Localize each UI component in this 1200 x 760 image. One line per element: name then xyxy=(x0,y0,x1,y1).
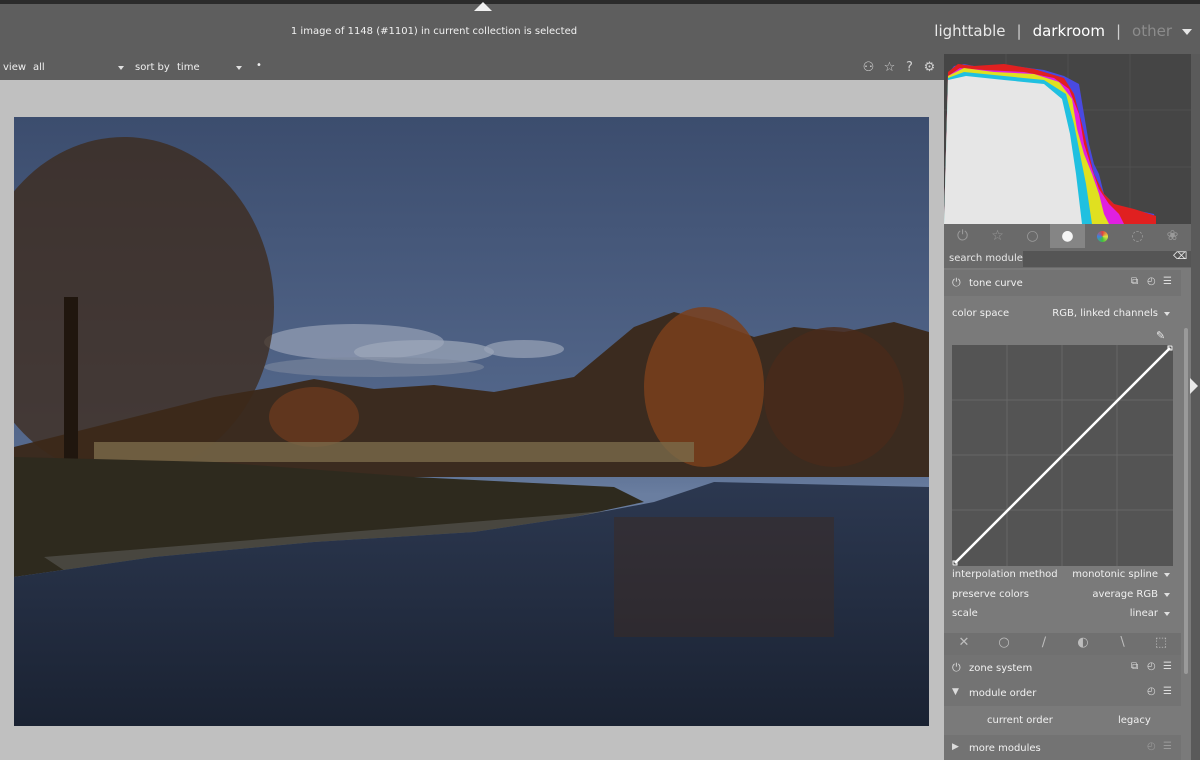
expanded-triangle-icon[interactable]: ▼ xyxy=(952,687,959,697)
menu-icon[interactable]: ☰ xyxy=(1163,276,1172,287)
module-name: module order xyxy=(969,688,1037,699)
module-groups-bar: ⏻ ☆ ○ ● ◌ ❀ xyxy=(944,224,1191,248)
brush-icon[interactable]: ∕ xyxy=(1029,635,1059,650)
sort-direction-toggle[interactable]: • xyxy=(256,60,262,71)
power-icon[interactable]: ⏻ xyxy=(952,276,961,290)
photo-scene xyxy=(14,117,929,726)
view-filter-select[interactable]: all xyxy=(33,62,45,73)
filter-bar: view all sort by time • ⚇ ☆ ? ⚙ xyxy=(0,54,944,80)
reset-icon[interactable]: ◴ xyxy=(1147,661,1156,672)
view-label: view xyxy=(3,62,27,73)
view-lighttable[interactable]: lighttable xyxy=(934,22,1005,40)
mask-tools-bar: ✕ ○ ∕ ◐ ∖ ⬚ xyxy=(944,633,1181,655)
interpolation-row[interactable]: interpolation method monotonic spline xyxy=(952,569,1172,580)
raster-mask-icon[interactable]: ⬚ xyxy=(1146,635,1176,650)
sort-label: sort by xyxy=(135,62,170,73)
search-input[interactable] xyxy=(1023,251,1191,267)
histogram-plot xyxy=(944,54,1191,224)
tone-curve-header[interactable]: ⏻ tone curve ⧉ ◴ ☰ xyxy=(944,270,1181,296)
color-labels-icon[interactable]: ⚇ xyxy=(861,60,876,75)
zone-system-header[interactable]: ⏻ zone system ⧉ ◴ ☰ xyxy=(944,655,1181,681)
view-other[interactable]: other xyxy=(1132,22,1172,40)
scale-row[interactable]: scale linear xyxy=(952,608,1172,619)
chevron-down-icon[interactable] xyxy=(1164,312,1170,316)
sort-select[interactable]: time xyxy=(177,62,200,73)
collapse-top-arrow-icon[interactable] xyxy=(474,2,492,11)
gear-icon[interactable]: ⚙ xyxy=(922,60,937,75)
preserve-colors-label: preserve colors xyxy=(952,589,1029,600)
main-image[interactable] xyxy=(14,117,929,726)
color-picker-icon[interactable]: ✎ xyxy=(1156,329,1165,342)
module-name: more modules xyxy=(969,743,1041,754)
scale-select[interactable]: linear xyxy=(1130,608,1158,619)
correct-icon[interactable]: ◌ xyxy=(1120,224,1155,248)
effect-icon[interactable]: ❀ xyxy=(1155,224,1190,248)
scrollbar[interactable] xyxy=(1184,328,1188,674)
clear-search-icon[interactable]: ⌫ xyxy=(1173,251,1187,262)
interpolation-label: interpolation method xyxy=(952,569,1058,580)
collapsed-triangle-icon[interactable]: ▶ xyxy=(952,742,959,752)
module-name: tone curve xyxy=(969,278,1023,289)
search-label: search module xyxy=(949,253,1023,264)
legacy-order-button[interactable]: legacy xyxy=(1118,715,1151,726)
circle-icon[interactable]: ○ xyxy=(989,635,1019,650)
chevron-down-icon[interactable] xyxy=(1182,29,1192,35)
drawn-mask-icon[interactable]: ∖ xyxy=(1107,635,1137,650)
color-icon[interactable] xyxy=(1085,224,1120,248)
curve-plot xyxy=(952,345,1173,566)
module-order-header[interactable]: ▼ module order ◴ ☰ xyxy=(944,680,1181,706)
color-space-select[interactable]: RGB, linked channels xyxy=(1052,308,1158,319)
reset-icon[interactable]: ◴ xyxy=(1147,276,1156,287)
right-panel-edge xyxy=(1191,54,1200,760)
chevron-down-icon[interactable] xyxy=(1164,593,1170,597)
tone-icon[interactable]: ● xyxy=(1050,224,1085,248)
circle-icon[interactable]: ○ xyxy=(1015,224,1050,248)
view-separator: | xyxy=(1016,22,1022,40)
color-space-label: color space xyxy=(952,308,1010,319)
color-space-row[interactable]: color space RGB, linked channels xyxy=(952,308,1172,319)
parametric-mask-icon[interactable]: ◐ xyxy=(1068,635,1098,650)
more-modules-header[interactable]: ▶ more modules ◴ ☰ xyxy=(944,735,1181,760)
chevron-down-icon[interactable] xyxy=(118,66,124,70)
view-darkroom[interactable]: darkroom xyxy=(1033,22,1105,40)
star-icon[interactable]: ☆ xyxy=(882,60,897,75)
search-row: search module ⌫ xyxy=(944,248,1191,268)
chevron-down-icon[interactable] xyxy=(1164,612,1170,616)
expand-right-panel-icon[interactable] xyxy=(1190,378,1198,394)
current-order-button[interactable]: current order xyxy=(987,715,1053,726)
menu-icon[interactable]: ☰ xyxy=(1163,661,1172,672)
presets-icon[interactable]: ⧉ xyxy=(1131,276,1138,287)
preserve-colors-row[interactable]: preserve colors average RGB xyxy=(952,589,1172,600)
close-icon[interactable]: ✕ xyxy=(949,635,979,650)
interpolation-select[interactable]: monotonic spline xyxy=(1072,569,1158,580)
menu-icon[interactable]: ☰ xyxy=(1163,741,1172,752)
star-icon[interactable]: ☆ xyxy=(980,224,1015,248)
chevron-down-icon[interactable] xyxy=(1164,573,1170,577)
presets-icon[interactable]: ⧉ xyxy=(1131,661,1138,672)
chevron-down-icon[interactable] xyxy=(236,66,242,70)
tone-curve-graph[interactable] xyxy=(952,345,1173,566)
scale-label: scale xyxy=(952,608,978,619)
module-name: zone system xyxy=(969,663,1033,674)
view-switcher: lighttable | darkroom | other xyxy=(934,22,1172,40)
preserve-colors-select[interactable]: average RGB xyxy=(1092,589,1158,600)
power-icon[interactable]: ⏻ xyxy=(945,224,980,248)
reset-icon[interactable]: ◴ xyxy=(1147,741,1156,752)
module-order-options: current order legacy xyxy=(944,708,1181,734)
reset-icon[interactable]: ◴ xyxy=(1147,686,1156,697)
help-icon[interactable]: ? xyxy=(902,60,917,75)
histogram[interactable] xyxy=(944,54,1191,224)
view-separator: | xyxy=(1115,22,1122,40)
collection-info: 1 image of 1148 (#1101) in current colle… xyxy=(290,26,578,37)
power-icon[interactable]: ⏻ xyxy=(952,661,961,675)
menu-icon[interactable]: ☰ xyxy=(1163,686,1172,697)
